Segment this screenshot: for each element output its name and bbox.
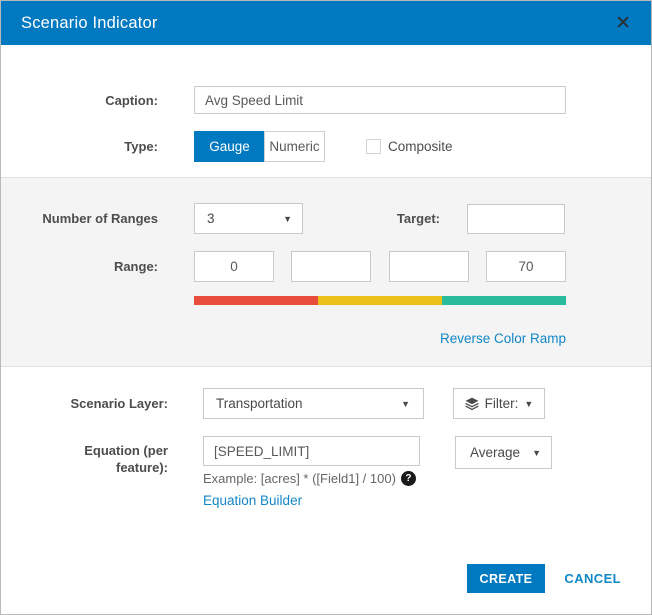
dialog-title: Scenario Indicator [21, 14, 158, 33]
ranges-panel: Number of Ranges 3 ▼ Target: Range: [1, 177, 651, 367]
composite-label: Composite [388, 139, 453, 154]
caption-label: Caption: [1, 93, 158, 108]
equation-input[interactable] [203, 436, 420, 466]
layers-icon [465, 397, 479, 411]
dialog-header: Scenario Indicator ✕ [1, 1, 651, 45]
range-label: Range: [1, 259, 158, 274]
range-input-2[interactable] [291, 251, 371, 282]
help-icon[interactable]: ? [401, 471, 416, 486]
range-input-1[interactable] [194, 251, 274, 282]
scenario-layer-dropdown[interactable]: Transportation ▼ [203, 388, 424, 419]
type-numeric-button[interactable]: Numeric [264, 131, 325, 162]
ramp-segment-green [442, 296, 566, 305]
caption-row: Caption: [1, 86, 651, 114]
layer-form-section: Scenario Layer: Transportation ▼ Filter:… [1, 388, 651, 510]
aggregation-value: Average [470, 445, 520, 460]
number-of-ranges-value: 3 [207, 211, 215, 226]
range-inputs [194, 251, 566, 282]
cancel-button[interactable]: CANCEL [564, 571, 621, 586]
scenario-indicator-dialog: Scenario Indicator ✕ Caption: Type: Gaug… [0, 0, 652, 615]
color-ramp-wrap: Reverse Color Ramp [194, 296, 566, 348]
number-of-ranges-label: Number of Ranges [1, 211, 158, 226]
color-ramp [194, 296, 566, 305]
equation-column: Example: [acres] * ([Field1] / 100) ? Eq… [203, 436, 420, 510]
chevron-down-icon: ▼ [524, 399, 533, 409]
range-input-3[interactable] [389, 251, 469, 282]
equation-example-line: Example: [acres] * ([Field1] / 100) ? [203, 471, 420, 486]
target-input[interactable] [467, 204, 565, 234]
create-button[interactable]: CREATE [467, 564, 546, 593]
type-segmented-control: Gauge Numeric [194, 131, 325, 162]
equation-label: Equation (per feature): [1, 436, 168, 476]
close-icon[interactable]: ✕ [615, 14, 631, 33]
scenario-layer-label: Scenario Layer: [1, 396, 168, 411]
range-row: Range: [1, 251, 651, 282]
type-row: Type: Gauge Numeric Composite [1, 131, 651, 162]
type-gauge-button[interactable]: Gauge [194, 131, 264, 162]
range-input-4[interactable] [486, 251, 566, 282]
scenario-layer-value: Transportation [216, 396, 303, 411]
chevron-down-icon: ▼ [401, 399, 410, 409]
composite-checkbox[interactable] [366, 139, 381, 154]
number-of-ranges-dropdown[interactable]: 3 ▼ [194, 203, 303, 234]
chevron-down-icon: ▼ [283, 214, 292, 224]
scenario-layer-row: Scenario Layer: Transportation ▼ Filter:… [1, 388, 651, 419]
equation-builder-link[interactable]: Equation Builder [203, 493, 302, 508]
reverse-color-ramp-link[interactable]: Reverse Color Ramp [440, 331, 566, 346]
chevron-down-icon: ▼ [532, 448, 541, 458]
filter-label: Filter: [485, 396, 519, 411]
top-form-section: Caption: Type: Gauge Numeric Composite [1, 45, 651, 162]
equation-row: Equation (per feature): Example: [acres]… [1, 436, 651, 510]
equation-example-text: Example: [acres] * ([Field1] / 100) [203, 471, 396, 486]
dialog-footer: CREATE CANCEL [467, 564, 621, 593]
target-label: Target: [397, 211, 440, 226]
type-label: Type: [1, 139, 158, 154]
ramp-segment-yellow [318, 296, 442, 305]
aggregation-dropdown[interactable]: Average ▼ [455, 436, 552, 469]
ramp-segment-red [194, 296, 318, 305]
caption-input[interactable] [194, 86, 566, 114]
number-of-ranges-row: Number of Ranges 3 ▼ Target: [1, 203, 651, 234]
filter-button[interactable]: Filter: ▼ [453, 388, 545, 419]
